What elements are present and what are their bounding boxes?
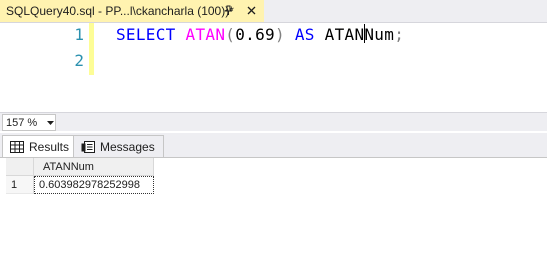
tab-results[interactable]: Results [2,135,79,157]
grid-cell-atannum[interactable]: 0.603982978252998 [34,176,154,194]
column-header-atannum[interactable]: ATANNum [34,158,154,176]
line-number-1: 1 [74,25,84,44]
argument-value: 0.69 [235,25,275,44]
query-document-tab-title: SQLQuery40.sql - PP...l\ckancharla (100)… [6,4,234,18]
code-line-1[interactable]: SELECT ATAN(0.69) AS ATANNum; [116,24,404,44]
row-number-1[interactable]: 1 [6,176,34,194]
keyword-select: SELECT [116,25,176,44]
close-icon[interactable] [244,3,258,17]
tab-messages-label: Messages [100,139,155,154]
results-grid-area: ATANNum 1 0.603982978252998 [0,157,547,255]
chevron-down-icon[interactable] [45,120,55,125]
keyword-as: AS [294,25,315,44]
zoom-value: 157 % [6,116,38,129]
tab-messages[interactable]: Messages [73,135,164,157]
semicolon: ; [394,25,405,44]
change-tracking-bar [89,23,94,75]
zoom-dropdown[interactable]: 157 % [2,114,56,131]
alias-part-2: Num [364,25,395,44]
line-number-2: 2 [74,51,84,70]
messages-icon [81,140,95,153]
alias-part-1: ATAN [324,25,365,44]
document-tab-bar: SQLQuery40.sql - PP...l\ckancharla (100)… [0,0,547,23]
pin-icon[interactable] [221,3,235,17]
query-editor[interactable]: 1 2 SELECT ATAN(0.69) AS ATANNum; [0,23,547,110]
results-tab-strip: Results Messages [0,133,547,157]
function-atan: ATAN [185,25,226,44]
query-document-tab[interactable]: SQLQuery40.sql - PP...l\ckancharla (100)… [0,0,264,22]
grid-corner-header[interactable] [6,158,34,176]
close-paren: ) [274,25,285,44]
grid-icon [10,140,24,153]
editor-status-strip: 157 % [0,112,547,131]
open-paren: ( [225,25,236,44]
tab-results-label: Results [29,139,70,154]
